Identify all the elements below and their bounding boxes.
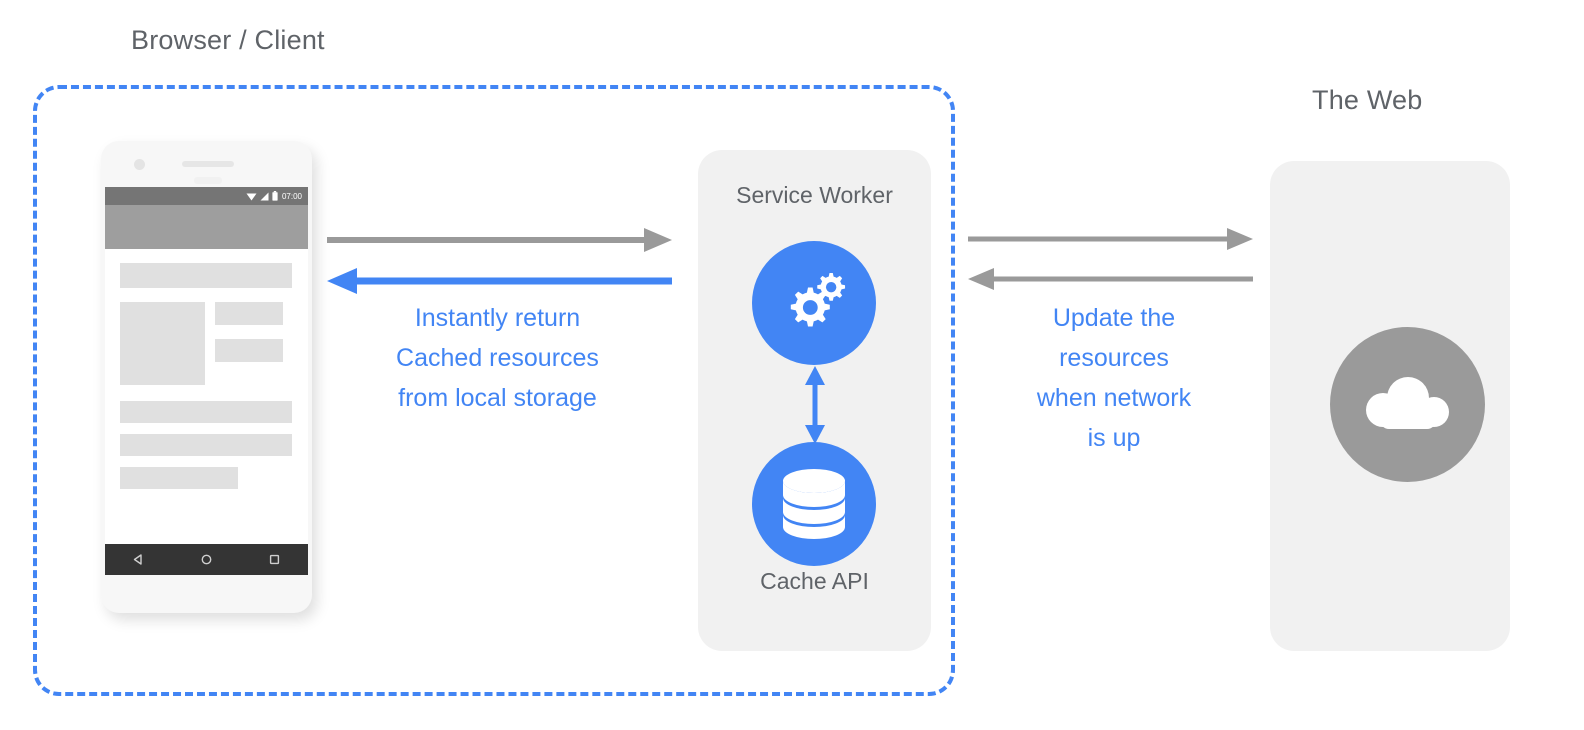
service-worker-to-web-arrow: [968, 228, 1253, 250]
web-to-service-worker-arrow: [968, 268, 1253, 290]
phone-camera-icon: [134, 159, 145, 170]
gears-icon: [790, 273, 846, 327]
cache-api-label: Cache API: [760, 568, 869, 594]
phone-speaker-grille: [182, 161, 234, 167]
service-worker-cache-bidirectional-arrow: [805, 366, 825, 444]
service-worker-label: Service Worker: [736, 182, 893, 208]
cloud-icon: [1365, 376, 1449, 429]
placeholder-hero-bar: [120, 263, 292, 288]
home-circle-icon[interactable]: [200, 553, 213, 566]
service-worker-icon-circle: [752, 241, 876, 365]
annotation-instantly-return-cached: Instantly return Cached resources from l…: [396, 304, 599, 412]
phone-content-placeholders: [105, 249, 308, 489]
placeholder-text-line-short: [120, 467, 238, 489]
the-web-panel: [1270, 161, 1510, 651]
battery-icon: [272, 191, 278, 201]
phone-to-service-worker-arrow: [327, 228, 672, 252]
placeholder-text-line: [120, 434, 292, 456]
status-clock: 07:00: [281, 191, 302, 201]
phone-nav-bar: [105, 544, 308, 575]
back-triangle-icon[interactable]: [132, 553, 145, 566]
service-worker-panel: Service Worker Cache API: [698, 150, 931, 651]
annotation-update-resources: Update the resources when network is up: [1036, 304, 1192, 452]
placeholder-side-bar: [215, 339, 283, 362]
placeholder-side-column: [215, 302, 283, 385]
placeholder-image-block: [120, 302, 205, 385]
cache-api-icon-circle: [752, 442, 876, 566]
phone-mockup: 07:00: [101, 141, 312, 613]
phone-app-bar: [105, 205, 308, 249]
placeholder-text-line: [120, 401, 292, 423]
signal-icon: [260, 192, 269, 200]
browser-client-title: Browser / Client: [131, 25, 325, 55]
recents-square-icon[interactable]: [268, 553, 281, 566]
wifi-icon: [246, 193, 257, 200]
the-web-title: The Web: [1312, 85, 1423, 115]
database-icon: [783, 469, 845, 539]
the-web-icon-circle: [1330, 327, 1485, 482]
phone-sensor: [194, 177, 222, 184]
phone-screen: 07:00: [105, 187, 308, 575]
diagram-canvas: Browser / Client The Web 07:00 Service W…: [0, 0, 1584, 730]
service-worker-to-phone-arrow: [327, 268, 672, 294]
placeholder-side-bar: [215, 302, 283, 325]
phone-status-bar: 07:00: [105, 187, 308, 205]
placeholder-row: [120, 302, 293, 385]
